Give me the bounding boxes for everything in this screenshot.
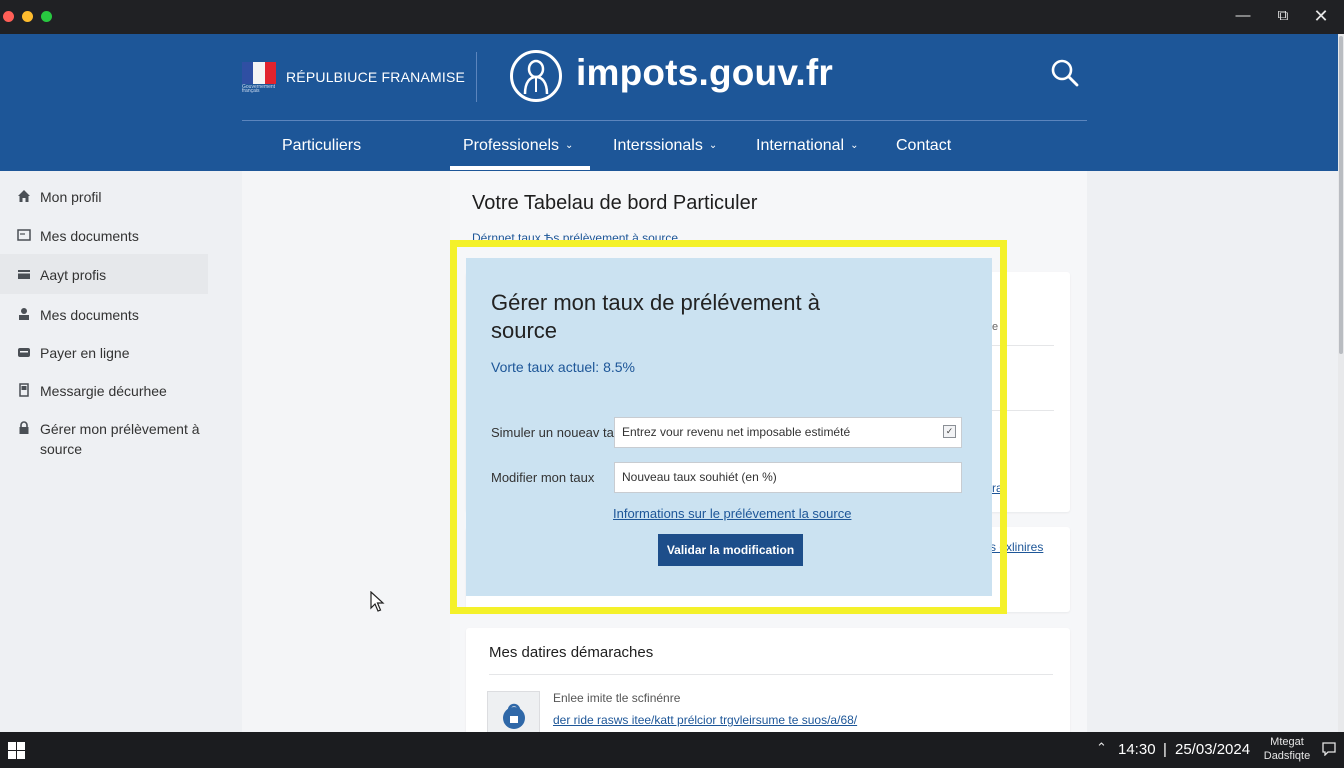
header-separator (476, 52, 477, 102)
document-thumbnail[interactable] (487, 691, 540, 736)
sidebar-item-mes-documents[interactable]: Mes documents (0, 226, 208, 246)
home-icon (18, 190, 30, 202)
demarches-divider (489, 674, 1053, 675)
info-prelevement-link[interactable]: Informations sur le prélévement la sourc… (613, 506, 851, 521)
sidebar-item-payer-en-ligne[interactable]: Payer en ligne (0, 343, 208, 363)
revenue-checkbox[interactable]: ✓ (943, 425, 956, 438)
notification-icon[interactable] (1322, 742, 1336, 756)
nav-particuliers[interactable]: Particuliers (282, 136, 361, 158)
search-icon[interactable] (1050, 58, 1080, 88)
window-titlebar (0, 0, 1344, 34)
phone-icon (19, 383, 29, 397)
close-icon[interactable]: ✕ (1308, 4, 1334, 28)
panel-title: Gérer mon taux de prélévement à source (491, 290, 820, 343)
revenue-input[interactable]: Entrez vour revenu net imposable estimét… (614, 417, 962, 448)
maximize-window-dot[interactable] (41, 11, 52, 22)
chevron-down-icon: ⌄ (850, 140, 859, 151)
sidebar-item-messagerie[interactable]: Messargie décurhee (0, 381, 208, 401)
page-title: Votre Tabelau de bord Particuler (472, 192, 758, 214)
sidebar-item-aayt-profis[interactable]: Aayt profis (0, 254, 208, 294)
document-title: Enlee imite tle scfinénre (553, 691, 681, 705)
tray-chevron-up-icon[interactable]: ⌃ (1096, 740, 1107, 756)
nav-international[interactable]: International ⌄ (756, 136, 858, 158)
lock-icon (19, 421, 29, 434)
document-link[interactable]: der ride rasws itee/katt prélcior trgvle… (553, 713, 857, 727)
minimize-window-dot[interactable] (22, 11, 33, 22)
nav-active-indicator (450, 166, 590, 170)
nav-contact[interactable]: Contact (896, 136, 951, 158)
scrollbar-thumb[interactable] (1339, 36, 1343, 354)
new-rate-input[interactable]: Nouveau taux souhiét (en %) (614, 462, 962, 493)
republique-label: RÉPULBIUCE FRANAMISE (286, 69, 466, 85)
french-flag-logo (242, 62, 276, 84)
sidebar-item-gerer-prelevement[interactable]: Gérer mon prélèvement à source (0, 419, 208, 459)
chevron-down-icon: ⌄ (708, 140, 718, 151)
demarches-title: Mes datires démaraches (489, 644, 654, 661)
folder-icon (17, 229, 31, 241)
restore-icon[interactable]: ⧉ (1270, 4, 1296, 28)
simulate-label: Simuler un noueav taux (491, 425, 628, 440)
clock-separator: | (1163, 741, 1167, 758)
header-divider (242, 120, 1087, 121)
clock-time[interactable]: 14:30 (1118, 741, 1156, 758)
nav-professionels[interactable]: Professionels ⌄ (463, 136, 573, 158)
chevron-down-icon: ⌄ (565, 140, 574, 151)
modify-label: Modifier mon taux (491, 470, 595, 485)
document-lock-icon (503, 703, 525, 729)
sidebar (242, 171, 450, 732)
windows-start-icon[interactable] (8, 742, 25, 759)
sidebar-item-mon-profil[interactable]: Mon profil (0, 187, 208, 207)
site-name[interactable]: impots.gouv.fr (576, 52, 833, 94)
mouse-cursor-icon (370, 591, 385, 612)
close-window-dot[interactable] (3, 11, 14, 22)
flag-caption: Gouvernement français (242, 84, 276, 94)
current-rate-text: Vorte taux actuel: 8.5% (491, 359, 635, 375)
wallet-icon (18, 348, 30, 357)
sidebar-item-mes-documents-2[interactable]: Mes documents (0, 305, 208, 325)
minimize-icon[interactable]: — (1230, 4, 1256, 28)
validate-button[interactable]: Validar la modification (658, 534, 803, 566)
clock-date[interactable]: 25/03/2024 (1175, 741, 1250, 758)
marianne-logo-icon[interactable] (510, 50, 562, 102)
card-icon (18, 270, 30, 279)
tray-label[interactable]: Mtegat Dadsfiqte (1262, 735, 1312, 763)
people-icon (19, 308, 29, 320)
nav-interssionals[interactable]: Interssionals ⌄ (613, 136, 717, 158)
